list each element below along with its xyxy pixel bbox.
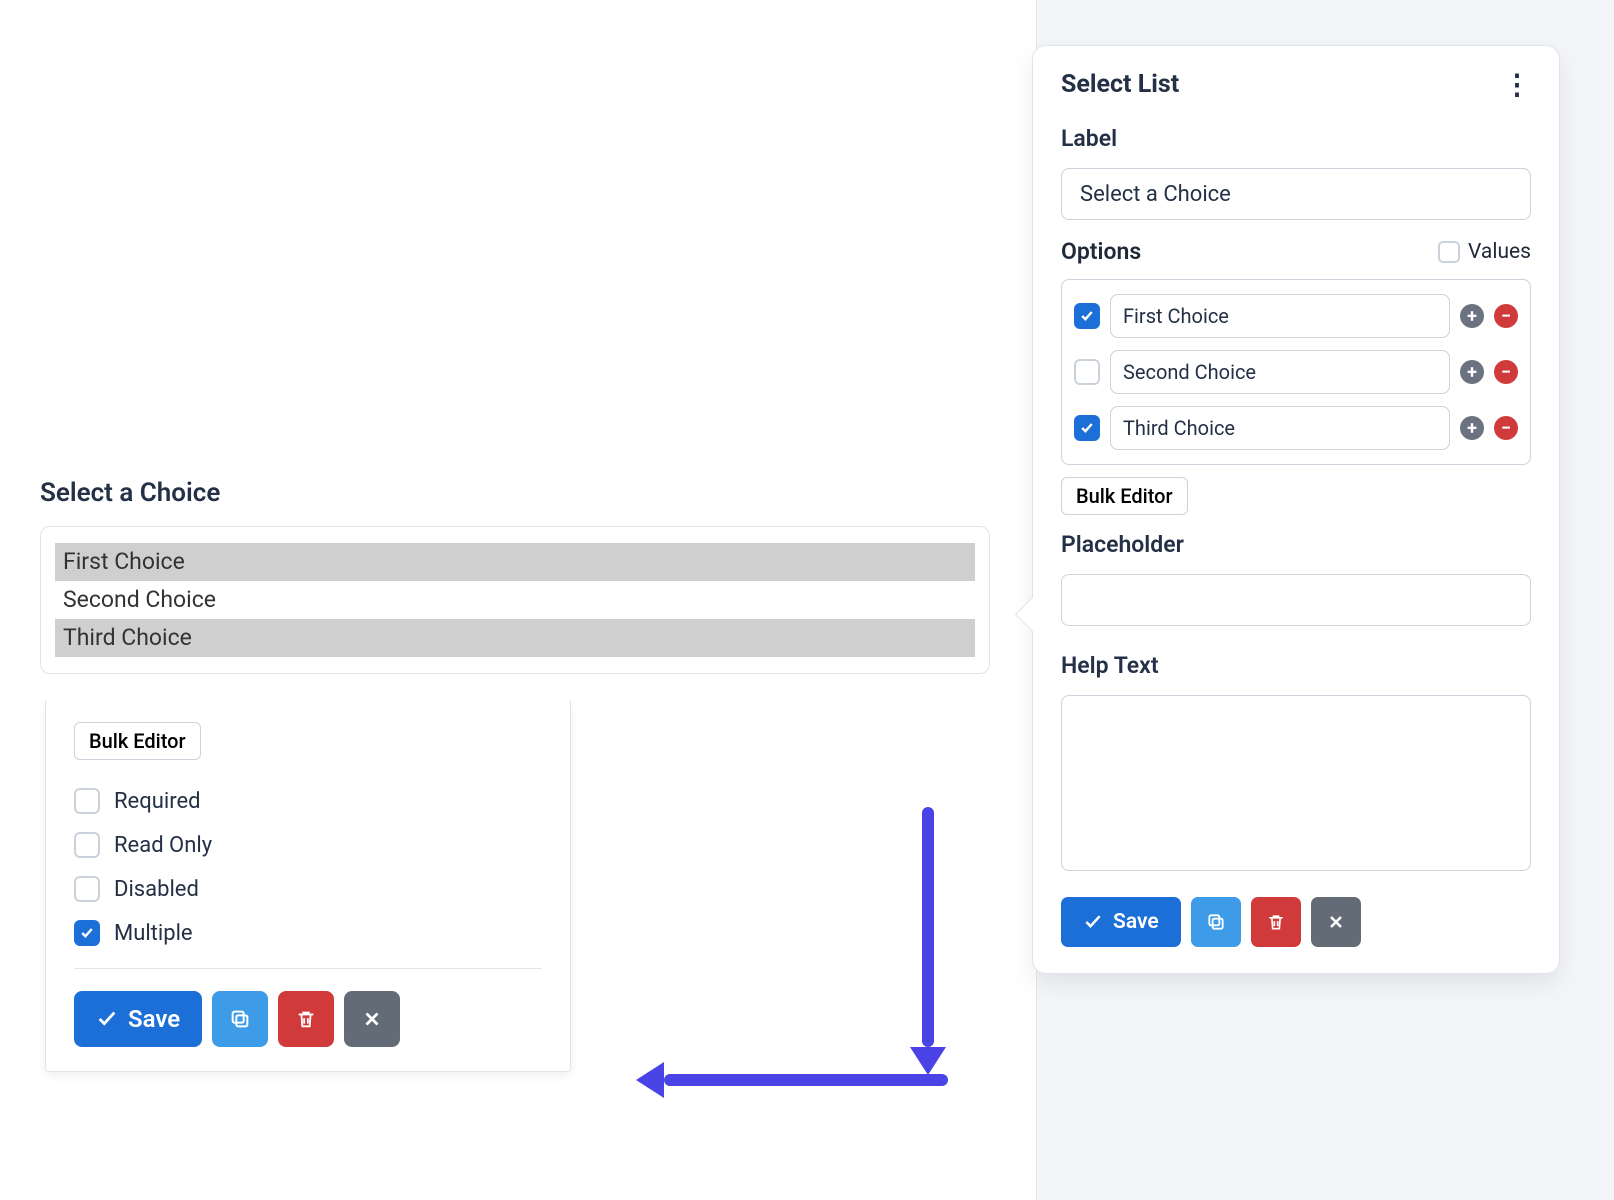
option-row: + −: [1074, 350, 1518, 394]
option-value-input[interactable]: [1110, 406, 1450, 450]
label-label: Label: [1033, 117, 1559, 160]
close-icon: [361, 1008, 383, 1030]
placeholder-label: Placeholder: [1033, 523, 1559, 566]
preview-field-label: Select a Choice: [40, 478, 220, 508]
copy-icon: [229, 1008, 251, 1030]
required-checkbox[interactable]: Required: [74, 788, 542, 814]
placeholder-input[interactable]: [1061, 574, 1531, 626]
remove-option-icon[interactable]: −: [1494, 416, 1518, 440]
duplicate-button[interactable]: [1191, 897, 1241, 947]
delete-button[interactable]: [278, 991, 334, 1047]
annotation-arrow-left: [664, 1074, 948, 1086]
checkbox-label: Read Only: [114, 833, 212, 858]
add-option-icon[interactable]: +: [1460, 416, 1484, 440]
select-option[interactable]: Third Choice: [55, 619, 975, 657]
checkbox-label: Disabled: [114, 877, 199, 902]
remove-option-icon[interactable]: −: [1494, 304, 1518, 328]
option-row: + −: [1074, 294, 1518, 338]
readonly-checkbox[interactable]: Read Only: [74, 832, 542, 858]
delete-button[interactable]: [1251, 897, 1301, 947]
select-option[interactable]: Second Choice: [55, 581, 975, 619]
check-icon: [96, 1008, 118, 1030]
cancel-button[interactable]: [1311, 897, 1361, 947]
add-option-icon[interactable]: +: [1460, 304, 1484, 328]
cancel-button[interactable]: [344, 991, 400, 1047]
attributes-panel: Bulk Editor Required Read Only Disabled …: [45, 700, 571, 1072]
multiple-checkbox[interactable]: Multiple: [74, 920, 542, 946]
option-row: + −: [1074, 406, 1518, 450]
add-option-icon[interactable]: +: [1460, 360, 1484, 384]
annotation-arrow-down: [922, 807, 934, 1047]
bulk-editor-button[interactable]: Bulk Editor: [1061, 477, 1188, 515]
bulk-editor-button[interactable]: Bulk Editor: [74, 722, 201, 760]
checkbox-label: Multiple: [114, 921, 193, 946]
disabled-checkbox[interactable]: Disabled: [74, 876, 542, 902]
option-value-input[interactable]: [1110, 350, 1450, 394]
save-button[interactable]: Save: [1061, 897, 1181, 947]
help-text-label: Help Text: [1033, 634, 1559, 687]
select-preview: First Choice Second Choice Third Choice: [40, 526, 990, 674]
option-default-checkbox[interactable]: [1074, 303, 1100, 329]
check-icon: [1083, 912, 1103, 932]
popover-title: Select List: [1061, 70, 1179, 99]
remove-option-icon[interactable]: −: [1494, 360, 1518, 384]
copy-icon: [1206, 912, 1226, 932]
trash-icon: [1266, 912, 1286, 932]
options-label: Options: [1061, 238, 1141, 265]
values-toggle[interactable]: Values: [1438, 240, 1531, 264]
option-default-checkbox[interactable]: [1074, 359, 1100, 385]
select-option[interactable]: First Choice: [55, 543, 975, 581]
option-value-input[interactable]: [1110, 294, 1450, 338]
option-default-checkbox[interactable]: [1074, 415, 1100, 441]
help-text-input[interactable]: [1061, 695, 1531, 871]
trash-icon: [295, 1008, 317, 1030]
label-input[interactable]: [1061, 168, 1531, 220]
save-button[interactable]: Save: [74, 991, 202, 1047]
close-icon: [1326, 912, 1346, 932]
options-editor: + − + − + −: [1061, 279, 1531, 465]
duplicate-button[interactable]: [212, 991, 268, 1047]
field-editor-popover: Select List ⋮ Label Options Values + − +…: [1032, 45, 1560, 974]
divider: [74, 968, 542, 969]
select-multiple[interactable]: First Choice Second Choice Third Choice: [55, 541, 975, 659]
checkbox-label: Required: [114, 789, 201, 814]
